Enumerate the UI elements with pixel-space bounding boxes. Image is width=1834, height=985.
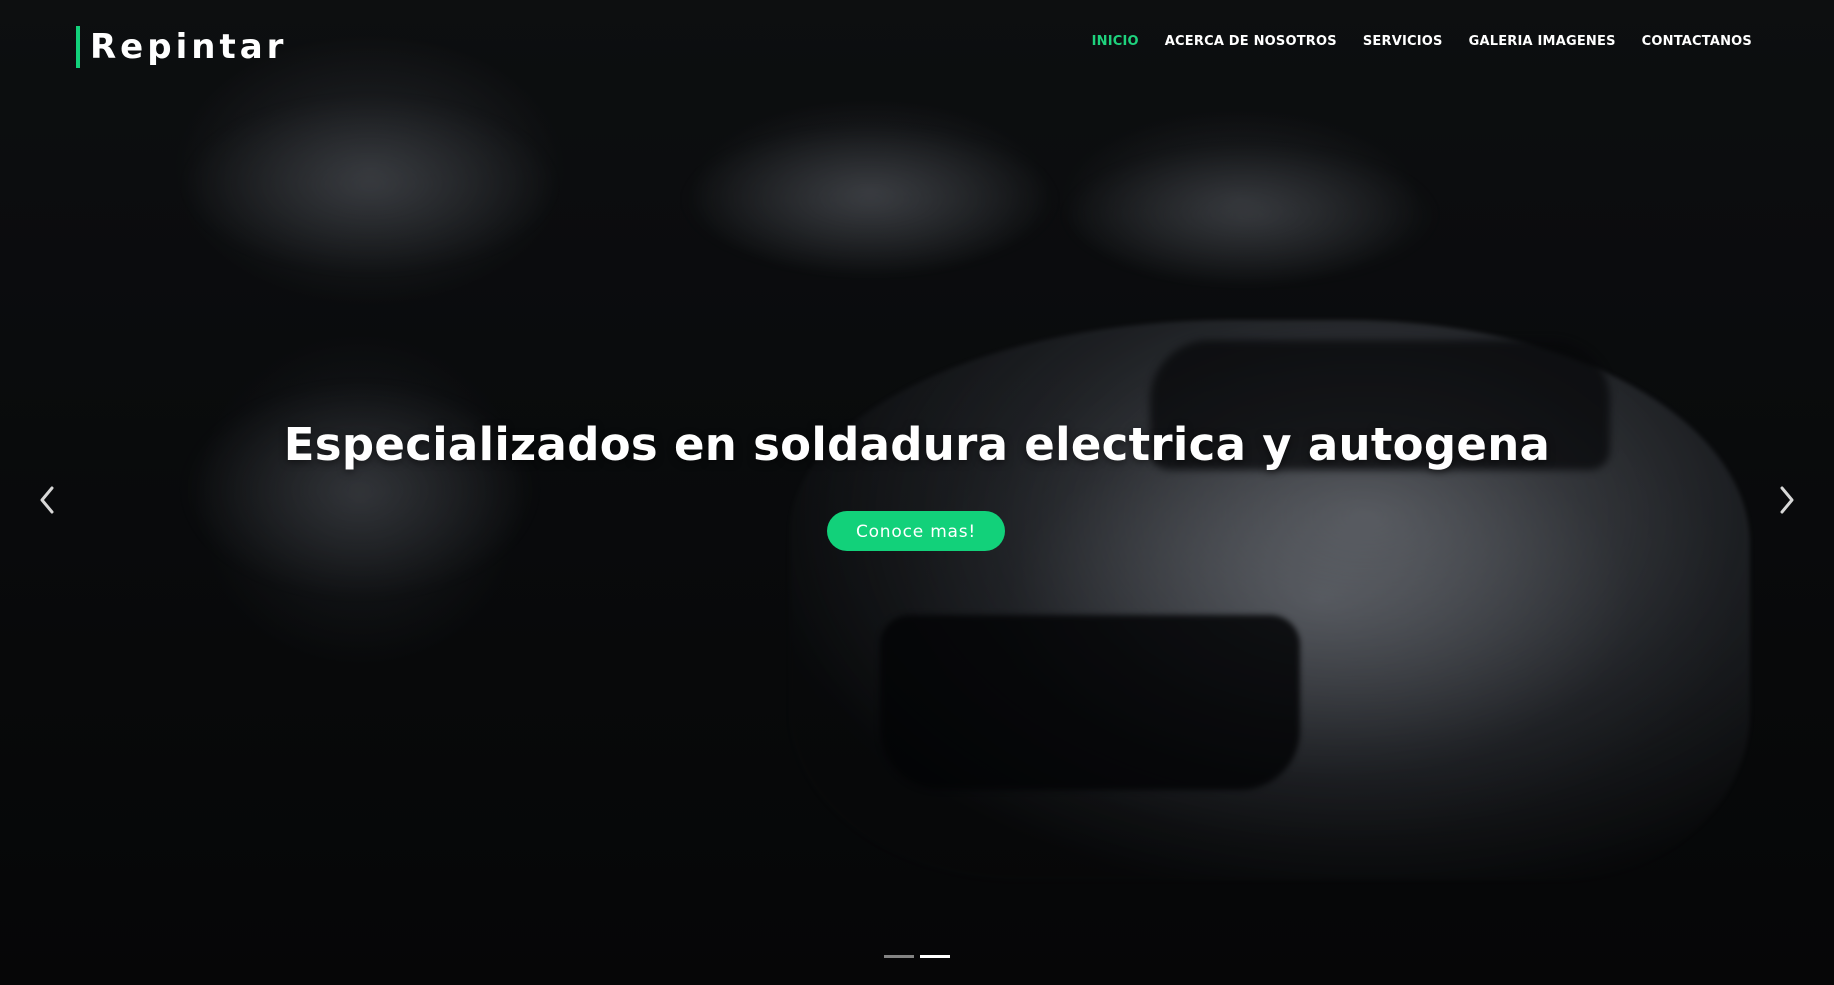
conoce-mas-button[interactable]: Conoce mas! <box>827 511 1005 551</box>
carousel-prev-button[interactable] <box>27 478 67 522</box>
hero-headline: Especializados en soldadura electrica y … <box>283 418 1551 471</box>
carousel-indicator-2[interactable] <box>920 955 950 958</box>
nav-item-inicio[interactable]: INICIO <box>1092 34 1139 49</box>
hero-caption: Especializados en soldadura electrica y … <box>0 418 1834 551</box>
hero-carousel: Repintar INICIO ACERCA DE NOSOTROS SERVI… <box>0 0 1834 985</box>
carousel-indicator-1[interactable] <box>884 955 914 958</box>
nav-item-acerca-de-nosotros[interactable]: ACERCA DE NOSOTROS <box>1165 34 1337 49</box>
nav-item-galeria-imagenes[interactable]: GALERIA IMAGENES <box>1469 34 1616 49</box>
carousel-indicators <box>884 955 950 958</box>
nav-item-contactanos[interactable]: CONTACTANOS <box>1642 34 1752 49</box>
brand-name: Repintar <box>90 27 288 67</box>
nav-item-servicios[interactable]: SERVICIOS <box>1363 34 1443 49</box>
chevron-right-icon <box>1780 486 1794 514</box>
main-nav: INICIO ACERCA DE NOSOTROS SERVICIOS GALE… <box>1092 34 1752 49</box>
brand-accent-bar <box>76 26 80 68</box>
chevron-left-icon <box>40 486 54 514</box>
brand-logo[interactable]: Repintar <box>76 26 287 68</box>
carousel-next-button[interactable] <box>1767 478 1807 522</box>
